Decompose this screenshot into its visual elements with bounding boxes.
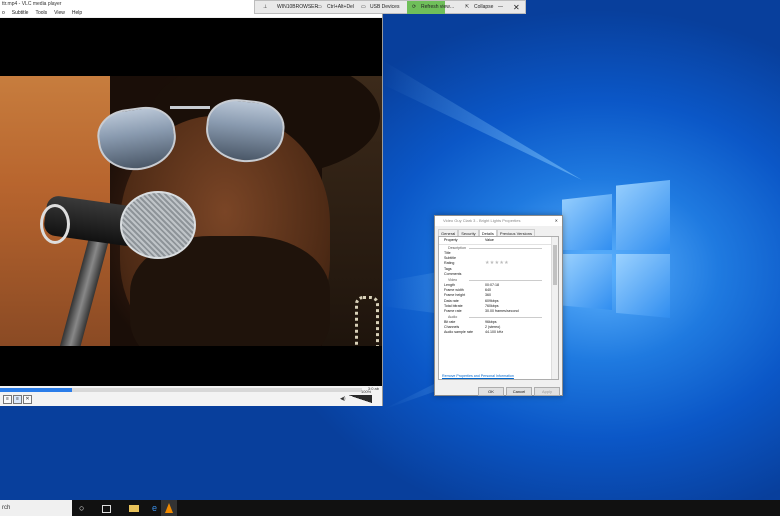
shuffle-icon[interactable]: ✕ xyxy=(23,395,32,404)
section-video: Video xyxy=(439,277,558,283)
tab-security[interactable]: Security xyxy=(458,229,479,236)
property-row[interactable]: Audio sample rate 44.100 kHz xyxy=(439,330,558,335)
dialog-title-bar[interactable]: Video Guy Clark 3 - Bright Lights Proper… xyxy=(435,216,562,226)
property-header: Property Value xyxy=(439,237,558,245)
menu-item-subtitle[interactable]: Subtitle xyxy=(12,9,29,17)
close-icon[interactable]: ✕ xyxy=(555,216,558,226)
microphone xyxy=(120,191,196,259)
video-frame xyxy=(0,76,382,346)
volume-slider[interactable] xyxy=(348,395,372,403)
collapse-icon[interactable]: ⇱ xyxy=(465,1,469,14)
property-list[interactable]: Property Value Description Title Subtitl… xyxy=(438,236,559,380)
remote-connection-bar: ⊥ WIN10BROWSER ▭ Ctrl+Alt+Del ▭ USB Devi… xyxy=(254,0,526,14)
column-header-value[interactable]: Value xyxy=(485,237,494,244)
refresh-view-button[interactable]: Refresh view xyxy=(421,1,450,14)
machine-name: WIN10BROWSER xyxy=(277,4,319,10)
menu-item-help[interactable]: Help xyxy=(72,9,82,17)
search-placeholder: rch xyxy=(2,505,11,511)
vlc-cone-icon xyxy=(165,503,173,513)
cancel-button[interactable]: Cancel xyxy=(506,387,532,396)
window-title: ttr.mp4 - VLC media player xyxy=(2,1,62,7)
close-icon[interactable]: ✕ xyxy=(513,1,520,14)
logo-pane xyxy=(562,254,612,310)
windows-logo xyxy=(562,180,670,318)
menu-item-media[interactable]: o xyxy=(2,9,5,17)
more-button[interactable]: ... xyxy=(450,1,454,14)
volume-icon[interactable]: ◀) xyxy=(340,396,346,402)
tab-general[interactable]: General xyxy=(438,229,459,236)
pin-icon[interactable]: ⊥ xyxy=(263,1,267,14)
property-value: 44.100 kHz xyxy=(485,330,504,335)
menu-item-view[interactable]: View xyxy=(54,9,65,17)
logo-pane xyxy=(616,180,670,250)
volume-percent: 100% xyxy=(361,389,372,394)
properties-dialog[interactable]: Video Guy Clark 3 - Bright Lights Proper… xyxy=(434,215,563,396)
light-beam xyxy=(382,60,582,180)
video-area[interactable] xyxy=(0,18,382,386)
section-description: Description xyxy=(439,245,558,251)
necklace xyxy=(355,296,379,346)
taskbar: rch ○ e xyxy=(0,500,780,516)
ok-button[interactable]: OK xyxy=(478,387,504,396)
scrollbar[interactable] xyxy=(551,237,558,379)
logo-pane xyxy=(616,254,670,318)
seek-progress xyxy=(0,388,73,392)
seek-bar[interactable] xyxy=(0,388,362,392)
collapse-button[interactable]: Collapse xyxy=(474,1,493,14)
minimize-icon[interactable]: — xyxy=(498,1,503,14)
ctrl-alt-del-button[interactable]: Ctrl+Alt+Del xyxy=(327,1,354,14)
apply-button[interactable]: Apply xyxy=(534,387,560,396)
refresh-icon[interactable]: ⟳ xyxy=(412,1,416,14)
tab-details[interactable]: Details xyxy=(478,229,497,236)
section-audio: Audio xyxy=(439,314,558,320)
cortana-icon[interactable]: ○ xyxy=(79,503,89,513)
column-header-property[interactable]: Property xyxy=(444,237,485,244)
task-view-icon[interactable] xyxy=(102,505,111,513)
dialog-title: Video Guy Clark 3 - Bright Lights Proper… xyxy=(443,218,521,223)
vlc-window[interactable]: ttr.mp4 - VLC media player o Subtitle To… xyxy=(0,0,383,406)
property-label: Audio sample rate xyxy=(444,330,473,335)
sunglasses-bridge xyxy=(170,106,210,109)
ctrl-alt-del-icon[interactable]: ▭ xyxy=(317,1,322,14)
rating-stars[interactable]: ★★★★★ xyxy=(485,261,509,266)
usb-icon[interactable]: ▭ xyxy=(361,1,366,14)
usb-devices-button[interactable]: USB Devices xyxy=(370,1,399,14)
tab-previous-versions[interactable]: Previous Versions xyxy=(496,229,535,236)
vlc-controls: 3:0 ab ≡ ≡ ✕ ◀) 100% xyxy=(0,386,382,406)
logo-pane xyxy=(562,194,612,250)
file-explorer-icon[interactable] xyxy=(129,505,139,512)
extended-settings-icon[interactable]: ≡ xyxy=(13,395,22,404)
search-box[interactable]: rch xyxy=(0,500,72,516)
playlist-toggle-icon[interactable]: ≡ xyxy=(3,395,12,404)
mic-ring xyxy=(40,204,70,244)
dialog-tabs: General Security Details Previous Versio… xyxy=(438,229,535,236)
remove-properties-link[interactable]: Remove Properties and Personal Informati… xyxy=(442,374,514,378)
menu-item-tools[interactable]: Tools xyxy=(35,9,47,17)
scrollbar-thumb[interactable] xyxy=(553,245,557,285)
